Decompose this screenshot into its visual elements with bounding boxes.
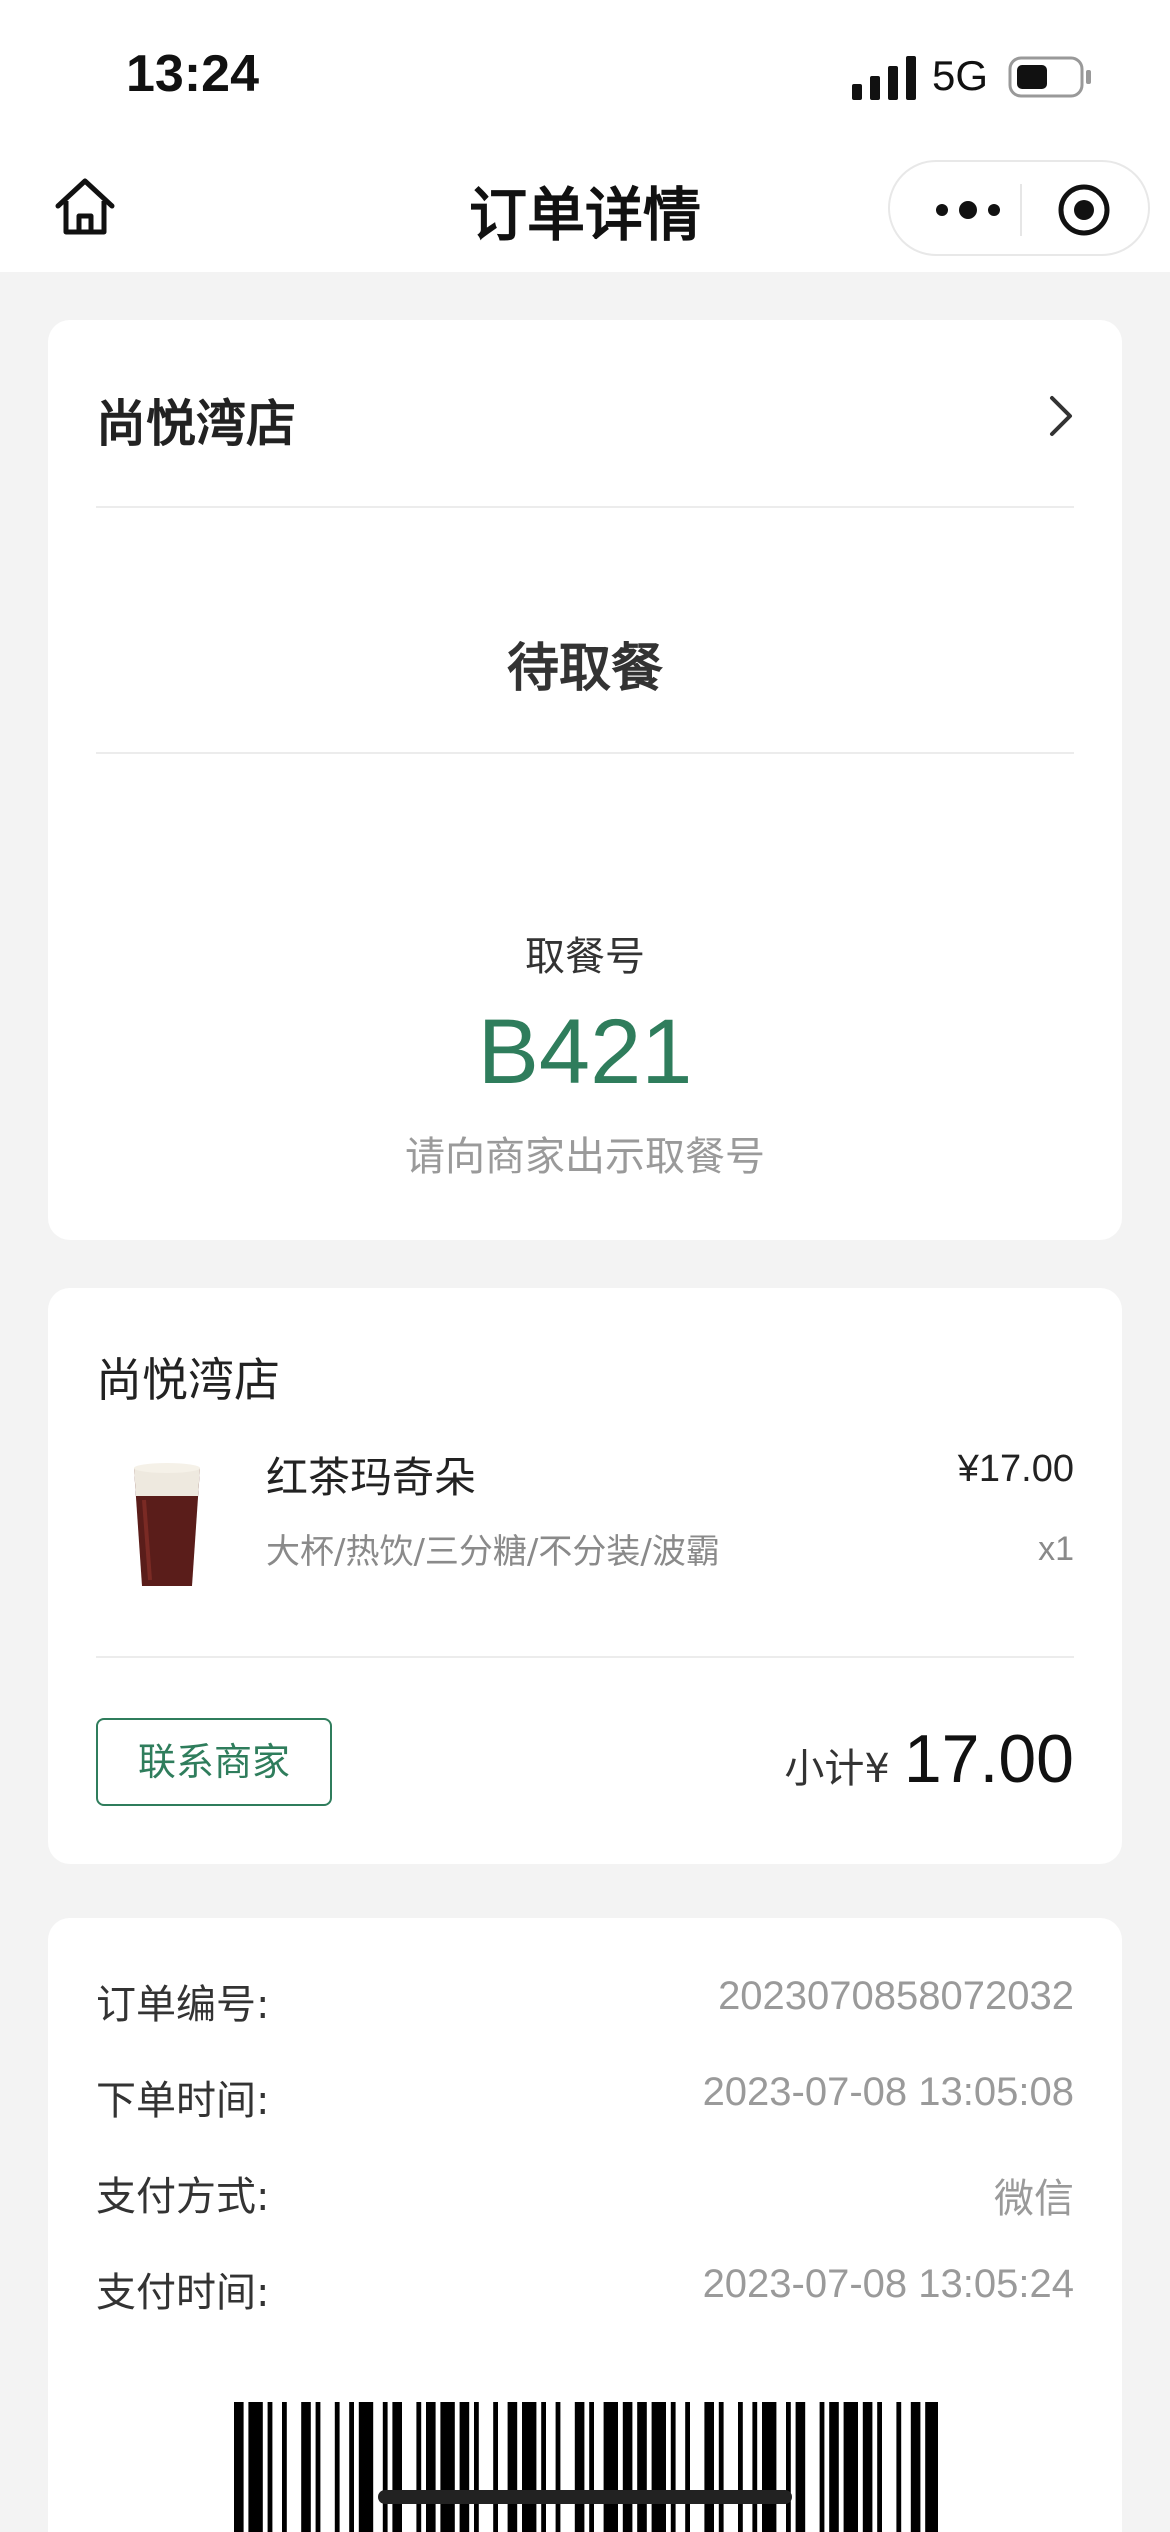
product-name: 红茶玛奇朵 (266, 1453, 477, 1502)
info-label: 支付方式: (96, 2174, 270, 2220)
info-row-order-number: 订单编号: 2023070858072032 (96, 1972, 1074, 2032)
divider (96, 506, 1074, 508)
subtotal-value: 17.00 (903, 1721, 1074, 1797)
order-number-value: 2023070858072032 (718, 1974, 1074, 2018)
product-spec: 大杯/热饮/三分糖/不分装/波霸 (266, 1532, 720, 1572)
divider (96, 752, 1074, 754)
store-name: 尚悦湾店 (96, 395, 296, 453)
contact-merchant-button[interactable]: 联系商家 (96, 1718, 332, 1806)
divider (96, 1656, 1074, 1658)
product-quantity: x1 (1038, 1530, 1074, 1568)
info-label: 下单时间: (96, 2078, 270, 2124)
store-name: 尚悦湾店 (96, 1353, 280, 1407)
battery-icon (1008, 56, 1091, 98)
info-row-order-time: 下单时间: 2023-07-08 13:05:08 (96, 2068, 1074, 2128)
info-label: 支付时间: (96, 2270, 270, 2316)
close-capsule-icon[interactable] (1056, 182, 1112, 238)
payment-method-value: 微信 (994, 2177, 1074, 2221)
info-row-payment-time: 支付时间: 2023-07-08 13:05:24 (96, 2260, 1074, 2320)
signal-icon (852, 56, 916, 100)
pickup-hint: 请向商家出示取餐号 (405, 1134, 765, 1180)
chevron-right-icon (1050, 396, 1072, 436)
order-items-card: 尚悦湾店 红茶玛奇朵 ¥17.00 大杯/热饮/三分糖/不分装/波霸 x1 联系… (48, 1288, 1122, 1864)
capsule-divider (1020, 184, 1022, 236)
mini-program-capsule (888, 160, 1150, 256)
product-price: ¥17.00 (957, 1448, 1074, 1490)
info-label: 订单编号: (96, 1982, 270, 2028)
network-type: 5G (932, 52, 989, 99)
status-bar: 13:24 5G (0, 0, 1170, 150)
order-time-value: 2023-07-08 13:05:08 (702, 2070, 1074, 2114)
payment-time-value: 2023-07-08 13:05:24 (702, 2262, 1074, 2306)
product-image (134, 1463, 200, 1586)
home-indicator (378, 2490, 792, 2504)
order-status-card: 尚悦湾店 待取餐 取餐号 B421 请向商家出示取餐号 (48, 320, 1122, 1240)
subtotal-label: 小计¥ (784, 1746, 890, 1792)
order-info-card: 订单编号: 2023070858072032 下单时间: 2023-07-08 … (48, 1918, 1122, 2532)
info-row-payment-method: 支付方式: 微信 (96, 2164, 1074, 2224)
pickup-label: 取餐号 (525, 934, 645, 980)
top-area: 13:24 5G 订单详情 (0, 0, 1170, 272)
nav-bar: 订单详情 (0, 150, 1170, 272)
subtotal: 小计¥ 17.00 (784, 1720, 1074, 1800)
more-icon[interactable] (926, 188, 1010, 232)
store-link[interactable]: 尚悦湾店 (96, 380, 1076, 460)
status-time: 13:24 (126, 45, 259, 103)
pickup-number: B421 (477, 1001, 693, 1103)
barcode (234, 2402, 938, 2532)
order-status-text: 待取餐 (506, 639, 663, 699)
